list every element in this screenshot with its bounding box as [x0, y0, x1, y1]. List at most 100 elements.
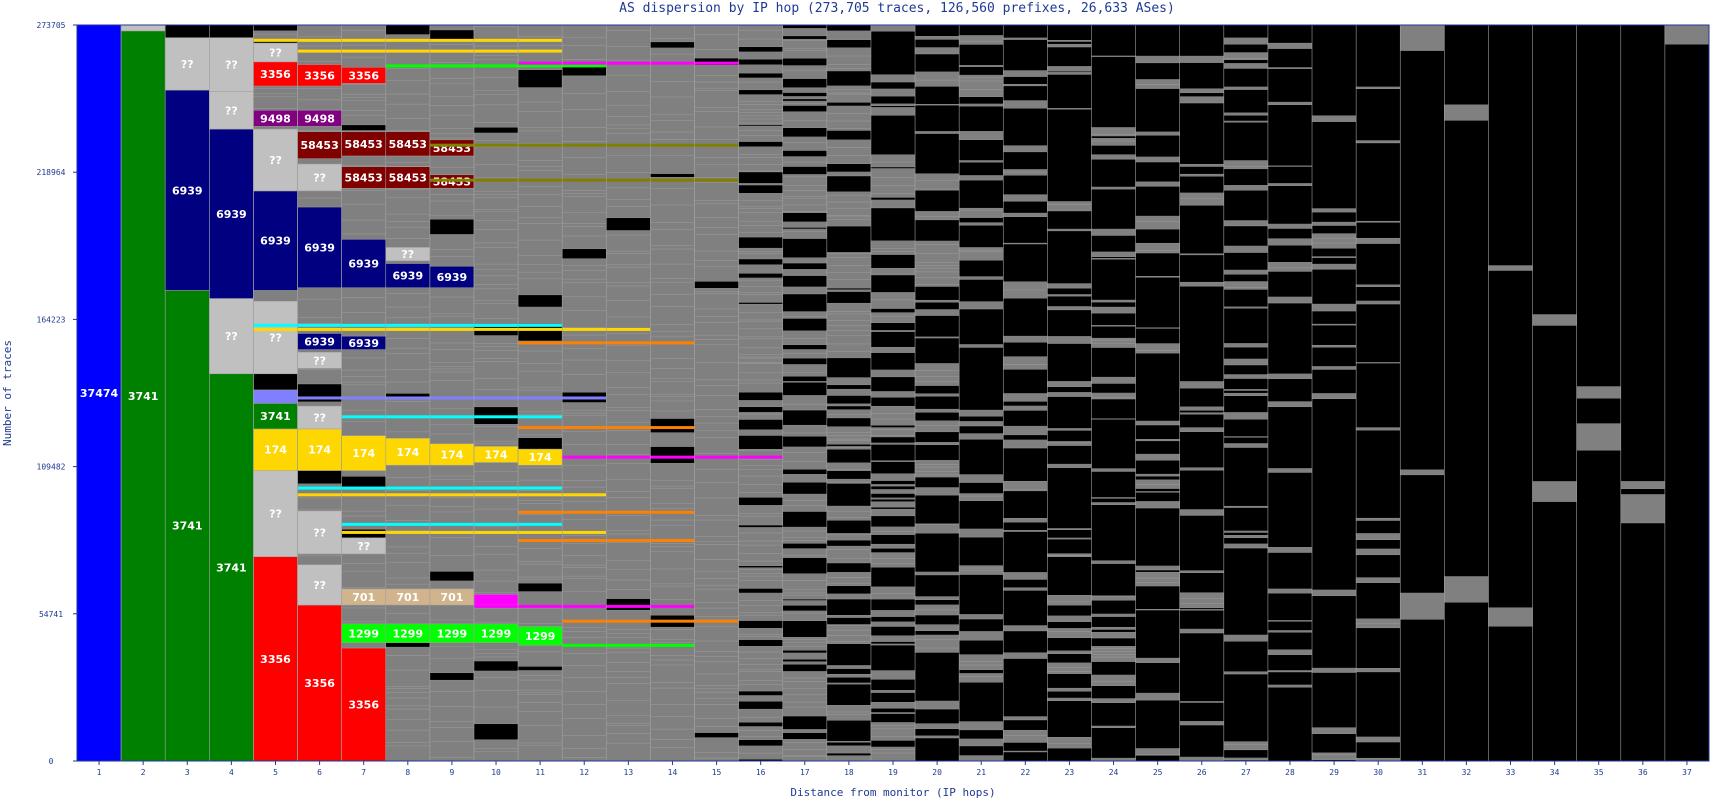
no-data-segment	[1179, 70, 1224, 73]
no-data-segment	[782, 293, 827, 303]
no-data-segment	[1047, 373, 1092, 382]
no-data-segment	[1179, 205, 1224, 210]
no-data-segment	[1179, 729, 1224, 736]
no-data-segment	[1664, 153, 1709, 161]
no-data-segment	[1444, 72, 1489, 90]
no-data-segment	[1312, 474, 1357, 480]
other-as-segment	[738, 752, 783, 760]
no-data-segment	[1620, 446, 1665, 469]
other-as-segment	[738, 154, 783, 158]
no-data-segment	[1664, 556, 1709, 577]
no-data-segment	[870, 120, 916, 127]
no-data-segment	[429, 672, 474, 680]
no-data-segment	[1312, 369, 1357, 373]
no-data-segment	[1620, 468, 1665, 482]
other-as-segment	[782, 173, 828, 178]
no-data-segment	[1223, 645, 1268, 653]
segment-label: 3356	[304, 677, 335, 690]
no-data-segment	[1047, 561, 1092, 568]
no-data-segment	[1576, 251, 1621, 265]
no-data-segment	[1312, 539, 1357, 543]
no-data-segment	[826, 288, 871, 290]
no-data-segment	[782, 413, 827, 421]
no-data-segment	[1267, 220, 1313, 224]
segment-label: 6939	[348, 337, 379, 350]
no-data-segment	[1135, 521, 1180, 525]
other-as-segment	[782, 548, 828, 556]
no-data-segment	[1047, 109, 1092, 114]
no-data-segment	[959, 471, 1004, 475]
other-as-segment	[782, 161, 828, 167]
no-data-segment	[1091, 390, 1136, 393]
no-data-segment	[1444, 227, 1489, 252]
no-data-segment	[1135, 293, 1180, 299]
other-as-segment	[606, 715, 651, 724]
other-as-segment	[517, 24, 563, 37]
no-data-segment	[1135, 286, 1180, 294]
x-tick-label: 2	[141, 768, 146, 777]
segment-hop-2-unknown	[120, 24, 166, 32]
other-as-segment	[694, 570, 739, 579]
no-data-segment	[1003, 177, 1048, 187]
no-data-segment	[1400, 484, 1445, 502]
no-data-segment	[1356, 132, 1401, 136]
other-as-segment	[1355, 736, 1401, 743]
no-data-segment	[694, 732, 739, 738]
other-as-segment	[694, 250, 739, 261]
no-data-segment	[1135, 621, 1180, 625]
other-as-segment	[473, 677, 519, 691]
other-as-segment	[1223, 744, 1269, 751]
no-data-segment	[1664, 486, 1709, 511]
no-data-segment	[1312, 524, 1357, 532]
other-as-segment	[473, 89, 519, 95]
other-as-segment	[1135, 55, 1180, 64]
no-data-segment	[1444, 703, 1489, 709]
other-as-segment	[1179, 509, 1225, 516]
no-data-segment	[1091, 449, 1136, 453]
accent-line-as174	[297, 493, 607, 497]
no-data-segment	[1267, 198, 1313, 202]
no-data-segment	[1356, 478, 1401, 487]
other-as-segment	[385, 118, 431, 131]
no-data-segment	[1047, 637, 1092, 644]
other-as-segment	[870, 621, 916, 627]
no-data-segment	[1267, 54, 1313, 59]
other-as-segment	[914, 309, 960, 316]
y-tick-label: 109482	[37, 463, 66, 472]
no-data-segment	[1223, 108, 1268, 113]
other-as-segment	[385, 729, 431, 743]
no-data-segment	[1267, 25, 1313, 30]
no-data-segment	[1664, 708, 1709, 734]
no-data-segment	[1003, 719, 1048, 725]
no-data-segment	[1444, 724, 1489, 742]
other-as-segment	[606, 155, 651, 173]
no-data-segment	[1003, 630, 1048, 636]
no-data-segment	[1091, 535, 1136, 540]
other-as-segment	[1091, 55, 1136, 57]
no-data-segment	[1179, 114, 1224, 118]
no-data-segment	[1664, 403, 1709, 417]
segment-label: 58453	[389, 171, 427, 184]
other-as-segment	[782, 27, 828, 37]
other-as-segment	[694, 752, 739, 759]
no-data-segment	[1091, 752, 1136, 758]
no-data-segment	[1003, 261, 1048, 270]
no-data-segment	[1223, 437, 1268, 444]
no-data-segment	[738, 701, 783, 709]
other-as-segment	[738, 465, 783, 470]
other-as-segment	[1003, 289, 1048, 299]
other-as-segment	[958, 301, 1004, 310]
no-data-segment	[1047, 611, 1092, 616]
other-as-segment	[738, 569, 783, 574]
other-as-segment	[782, 594, 828, 600]
no-data-segment	[1179, 421, 1224, 424]
no-data-segment	[915, 435, 960, 443]
no-data-segment	[1091, 219, 1136, 225]
other-as-segment	[297, 45, 342, 62]
no-data-segment	[1047, 354, 1092, 358]
other-as-segment	[1311, 115, 1357, 122]
no-data-segment	[1091, 431, 1136, 437]
no-data-segment	[1003, 457, 1048, 464]
no-data-segment	[1179, 363, 1224, 367]
no-data-segment	[1267, 111, 1313, 119]
